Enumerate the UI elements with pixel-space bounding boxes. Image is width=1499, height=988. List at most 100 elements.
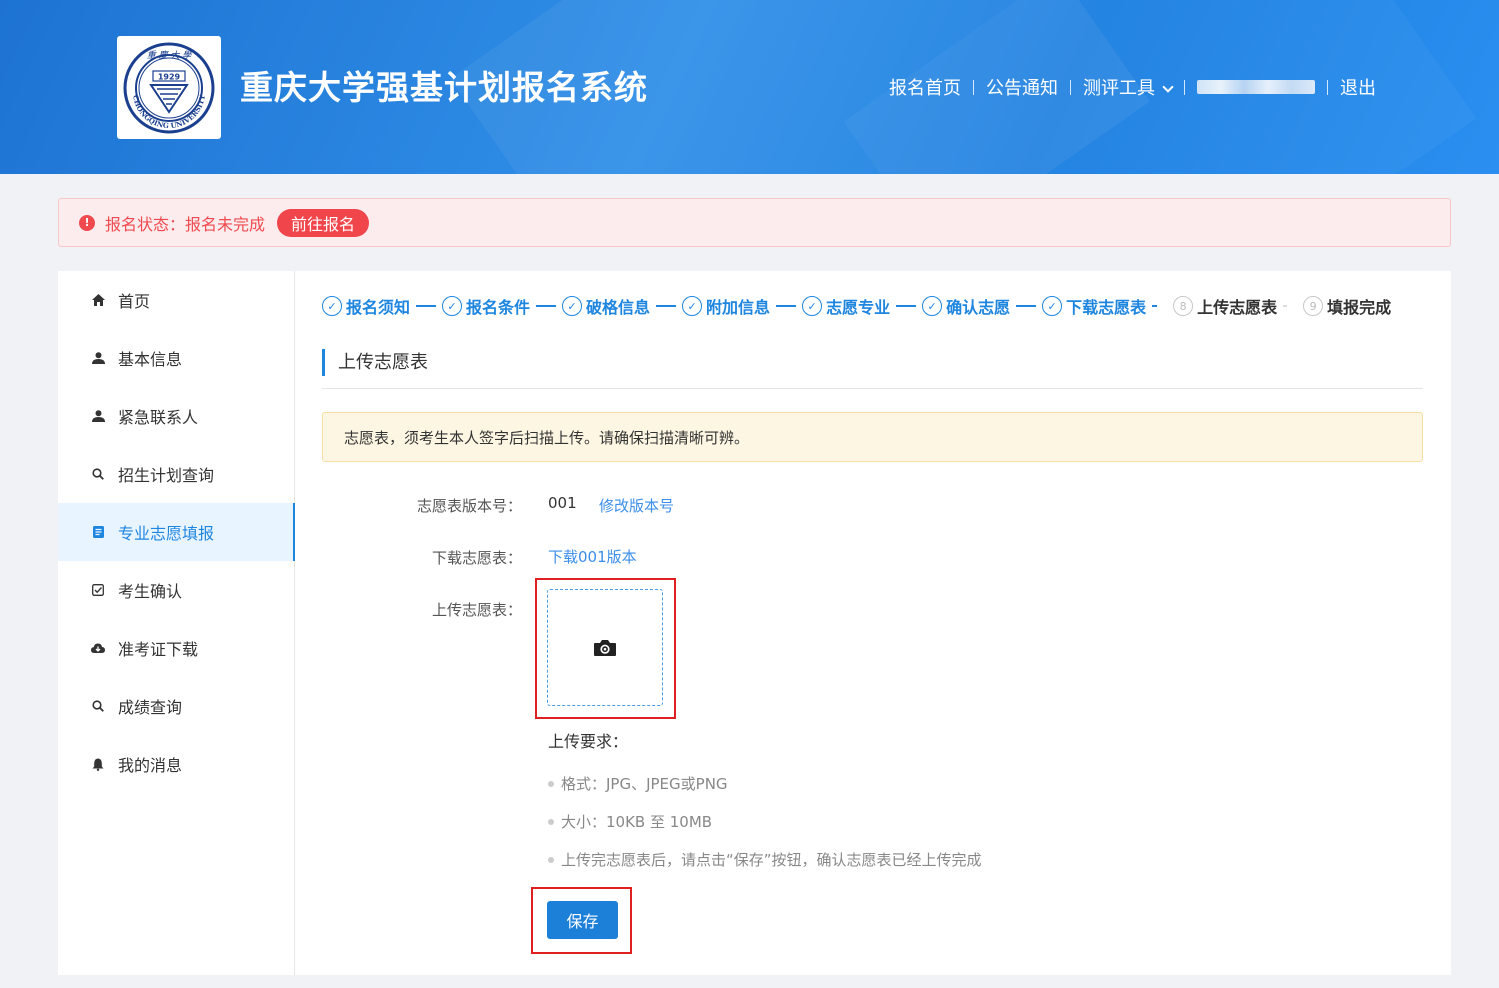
step-additional-info[interactable]: ✓ 附加信息 xyxy=(682,294,770,318)
step-label: 破格信息 xyxy=(586,298,651,317)
step-connector xyxy=(536,305,557,307)
nav-divider xyxy=(973,79,974,95)
requirements-title: 上传要求： xyxy=(548,732,629,751)
nav-tools-label: 测评工具 xyxy=(1083,78,1155,99)
step-label: 填报完成 xyxy=(1327,298,1392,317)
check-icon: ✓ xyxy=(562,296,583,316)
status-text: 报名状态：报名未完成 xyxy=(105,214,266,234)
step-connector xyxy=(656,305,677,307)
version-value: 001 xyxy=(548,494,577,512)
step-label: 报名须知 xyxy=(346,298,411,317)
cloud-download-icon xyxy=(91,641,105,655)
requirement-item: 上传完志愿表后，请点击“保存”按钮，确认志愿表已经上传完成 xyxy=(548,849,982,870)
check-icon: ✓ xyxy=(922,296,943,316)
site-header: 1929 CHONGQING UNIVERSITY 重 慶 大 學 重庆大学强基… xyxy=(0,0,1499,174)
step-number: 9 xyxy=(1303,296,1324,316)
bullet xyxy=(548,780,554,787)
sidebar-item-label: 准考证下载 xyxy=(118,640,199,659)
modify-version-link[interactable]: 修改版本号 xyxy=(599,495,674,516)
step-connector xyxy=(1283,305,1288,307)
step-preferred-majors[interactable]: ✓ 志愿专业 xyxy=(802,294,890,318)
sidebar-item-label: 首页 xyxy=(118,292,151,311)
go-register-button[interactable]: 前往报名 xyxy=(277,208,370,237)
sidebar-item-enrollment-plan[interactable]: 招生计划查询 xyxy=(58,445,295,503)
requirement-item: 格式：JPG、JPEG或PNG xyxy=(548,773,728,794)
step-label: 志愿专业 xyxy=(826,298,891,317)
step-label: 上传志愿表 xyxy=(1197,298,1278,317)
step-confirm-preferences[interactable]: ✓ 确认志愿 xyxy=(922,294,1010,318)
sidebar-item-admission-ticket[interactable]: 准考证下载 xyxy=(58,619,295,677)
step-exceptional-info[interactable]: ✓ 破格信息 xyxy=(562,294,650,318)
requirement-text: 上传完志愿表后，请点击“保存”按钮，确认志愿表已经上传完成 xyxy=(561,851,982,869)
step-complete[interactable]: 9 填报完成 xyxy=(1303,294,1391,318)
step-registration-conditions[interactable]: ✓ 报名条件 xyxy=(442,294,530,318)
top-navigation: 报名首页 公告通知 测评工具 退出 xyxy=(889,74,1376,100)
sidebar-item-emergency-contact[interactable]: 紧急联系人 xyxy=(58,387,295,445)
download-form-link[interactable]: 下载001版本 xyxy=(548,546,637,567)
checkbox-icon xyxy=(91,583,105,597)
sidebar-item-messages[interactable]: 我的消息 xyxy=(58,735,295,793)
upload-label: 上传志愿表： xyxy=(431,601,522,619)
search-icon xyxy=(91,467,105,481)
sidebar-item-label: 紧急联系人 xyxy=(118,408,199,427)
check-icon: ✓ xyxy=(442,296,463,316)
check-icon: ✓ xyxy=(1042,296,1063,316)
save-button[interactable]: 保存 xyxy=(547,901,618,939)
image-upload-box[interactable] xyxy=(547,589,663,706)
requirement-text: 格式：JPG、JPEG或PNG xyxy=(561,775,728,793)
sidebar-item-label: 考生确认 xyxy=(118,582,183,601)
camera-icon xyxy=(594,639,616,656)
step-label: 附加信息 xyxy=(706,298,771,317)
check-icon: ✓ xyxy=(682,296,703,316)
nav-divider xyxy=(1327,79,1328,95)
requirement-text: 大小：10KB 至 10MB xyxy=(561,813,713,831)
step-download-form[interactable]: ✓ 下载志愿表 xyxy=(1042,294,1146,318)
requirement-item: 大小：10KB 至 10MB xyxy=(548,811,712,832)
step-label: 报名条件 xyxy=(466,298,531,317)
user-icon xyxy=(91,351,105,365)
university-logo: 1929 CHONGQING UNIVERSITY 重 慶 大 學 xyxy=(117,36,221,139)
nav-notices-link[interactable]: 公告通知 xyxy=(986,74,1058,100)
nav-divider xyxy=(1070,79,1071,95)
sidebar-item-label: 我的消息 xyxy=(118,756,183,775)
search-icon xyxy=(91,699,105,713)
sidebar-item-candidate-confirm[interactable]: 考生确认 xyxy=(58,561,295,619)
sidebar-item-score-query[interactable]: 成绩查询 xyxy=(58,677,295,735)
nav-divider xyxy=(1184,79,1185,95)
check-icon: ✓ xyxy=(322,296,342,316)
sidebar-item-label: 专业志愿填报 xyxy=(118,524,215,543)
step-upload-form[interactable]: 8 上传志愿表 xyxy=(1173,294,1277,318)
university-seal-icon: 1929 CHONGQING UNIVERSITY 重 慶 大 學 xyxy=(123,42,215,133)
chevron-down-icon xyxy=(1162,81,1174,93)
sidebar-item-label: 招生计划查询 xyxy=(118,466,215,485)
sidebar: 首页 基本信息 紧急联系人 招生计划查询 专业志愿填报 考生确认 准考证下载 成… xyxy=(58,271,295,975)
logout-link[interactable]: 退出 xyxy=(1340,74,1376,100)
step-number: 8 xyxy=(1173,296,1194,316)
sidebar-item-basic-info[interactable]: 基本信息 xyxy=(58,329,295,387)
nav-tools-dropdown[interactable]: 测评工具 xyxy=(1083,74,1174,100)
bell-icon xyxy=(91,757,105,771)
notice-text: 志愿表，须考生本人签字后扫描上传。请确保扫描清晰可辨。 xyxy=(344,428,750,447)
user-icon xyxy=(91,409,105,423)
user-name-redacted[interactable] xyxy=(1197,80,1315,94)
sidebar-item-label: 成绩查询 xyxy=(118,698,183,717)
check-icon: ✓ xyxy=(802,296,823,316)
sidebar-item-label: 基本信息 xyxy=(118,350,183,369)
step-label: 确认志愿 xyxy=(946,298,1011,317)
home-icon xyxy=(91,293,105,307)
step-connector xyxy=(1016,305,1037,307)
progress-steps: ✓ 报名须知 ✓ 报名条件 ✓ 破格信息 ✓ 附加信息 ✓ 志愿专业 ✓ 确认志… xyxy=(322,295,1391,317)
site-title: 重庆大学强基计划报名系统 xyxy=(240,68,648,107)
svg-text:1929: 1929 xyxy=(158,72,181,81)
version-label: 志愿表版本号： xyxy=(416,497,522,515)
step-connector xyxy=(1152,305,1158,307)
step-connector xyxy=(776,305,797,307)
upload-notice: 志愿表，须考生本人签字后扫描上传。请确保扫描清晰可辨。 xyxy=(322,412,1423,462)
bullet xyxy=(548,856,554,863)
step-label: 下载志愿表 xyxy=(1066,298,1147,317)
step-registration-notice[interactable]: ✓ 报名须知 xyxy=(322,294,410,318)
sidebar-item-home[interactable]: 首页 xyxy=(58,271,295,329)
main-panel: 首页 基本信息 紧急联系人 招生计划查询 专业志愿填报 考生确认 准考证下载 成… xyxy=(58,271,1451,975)
sidebar-item-major-preference[interactable]: 专业志愿填报 xyxy=(58,503,295,561)
nav-home-link[interactable]: 报名首页 xyxy=(889,74,961,100)
